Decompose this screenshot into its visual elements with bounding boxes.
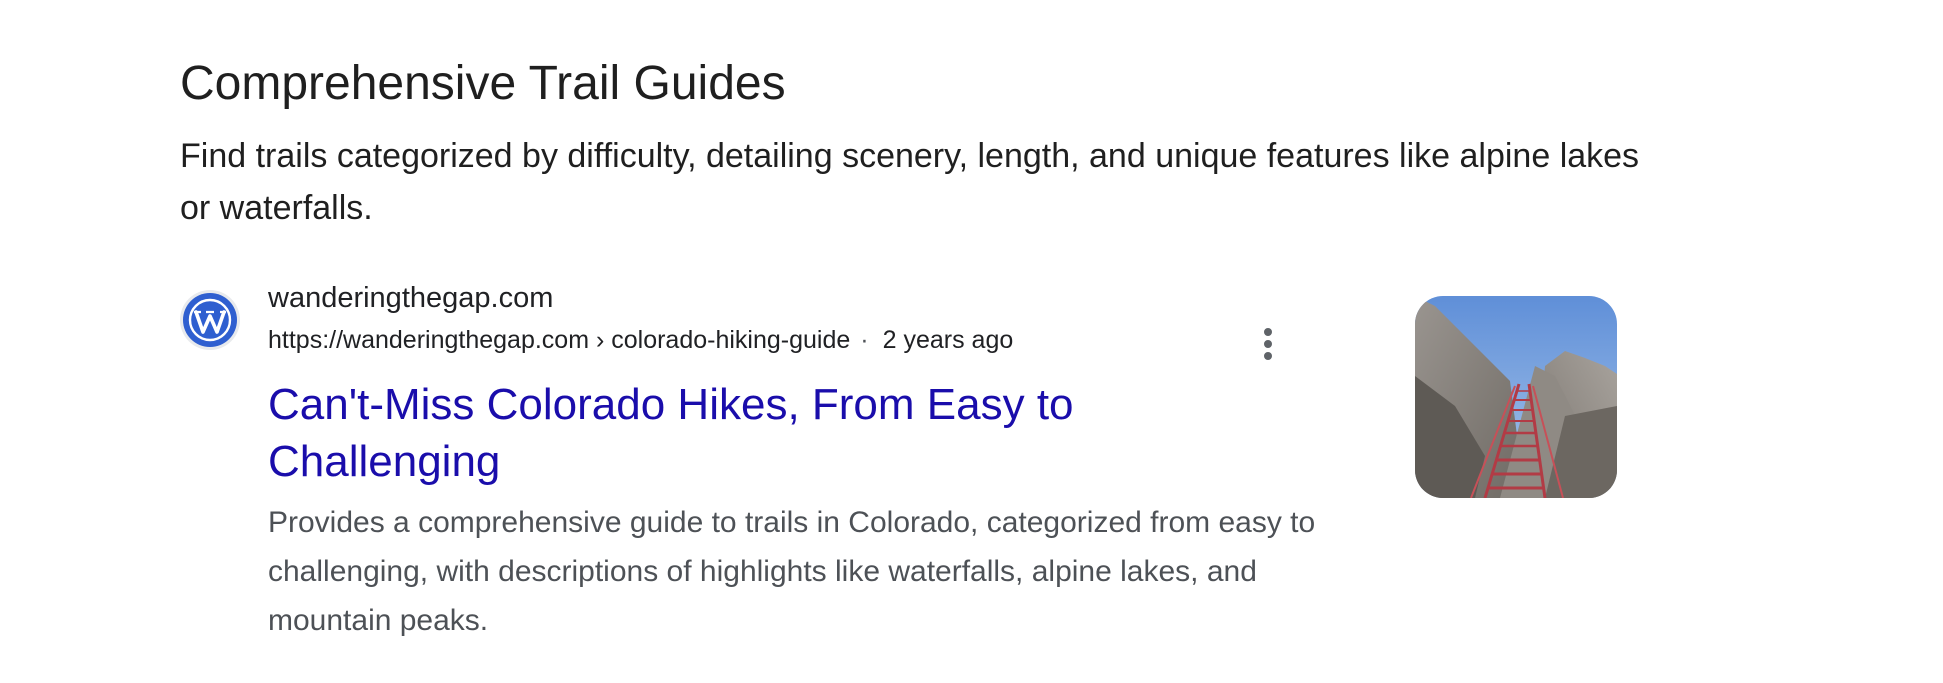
wordpress-logo-glyph <box>188 298 232 342</box>
more-vert-icon[interactable] <box>1248 324 1288 364</box>
section-description: Find trails categorized by difficulty, d… <box>180 137 1640 227</box>
result-title-link[interactable]: Can't-Miss Colorado Hikes, From Easy to … <box>268 376 1148 490</box>
site-name[interactable]: wanderingthegap.com <box>268 278 553 318</box>
search-result: wanderingthegap.com https://wanderingthe… <box>180 278 1620 648</box>
wordpress-icon[interactable] <box>180 290 240 350</box>
ladder-rock-image <box>1415 296 1617 498</box>
result-url-line[interactable]: https://wanderingthegap.com › colorado-h… <box>268 322 1013 358</box>
result-thumbnail[interactable] <box>1415 296 1617 498</box>
result-url[interactable]: https://wanderingthegap.com › colorado-h… <box>268 322 850 358</box>
url-separator: · <box>860 326 869 354</box>
section-title: Comprehensive Trail Guides <box>180 57 786 110</box>
result-snippet: Provides a comprehensive guide to trails… <box>268 506 1316 637</box>
result-date: 2 years ago <box>882 326 1014 354</box>
